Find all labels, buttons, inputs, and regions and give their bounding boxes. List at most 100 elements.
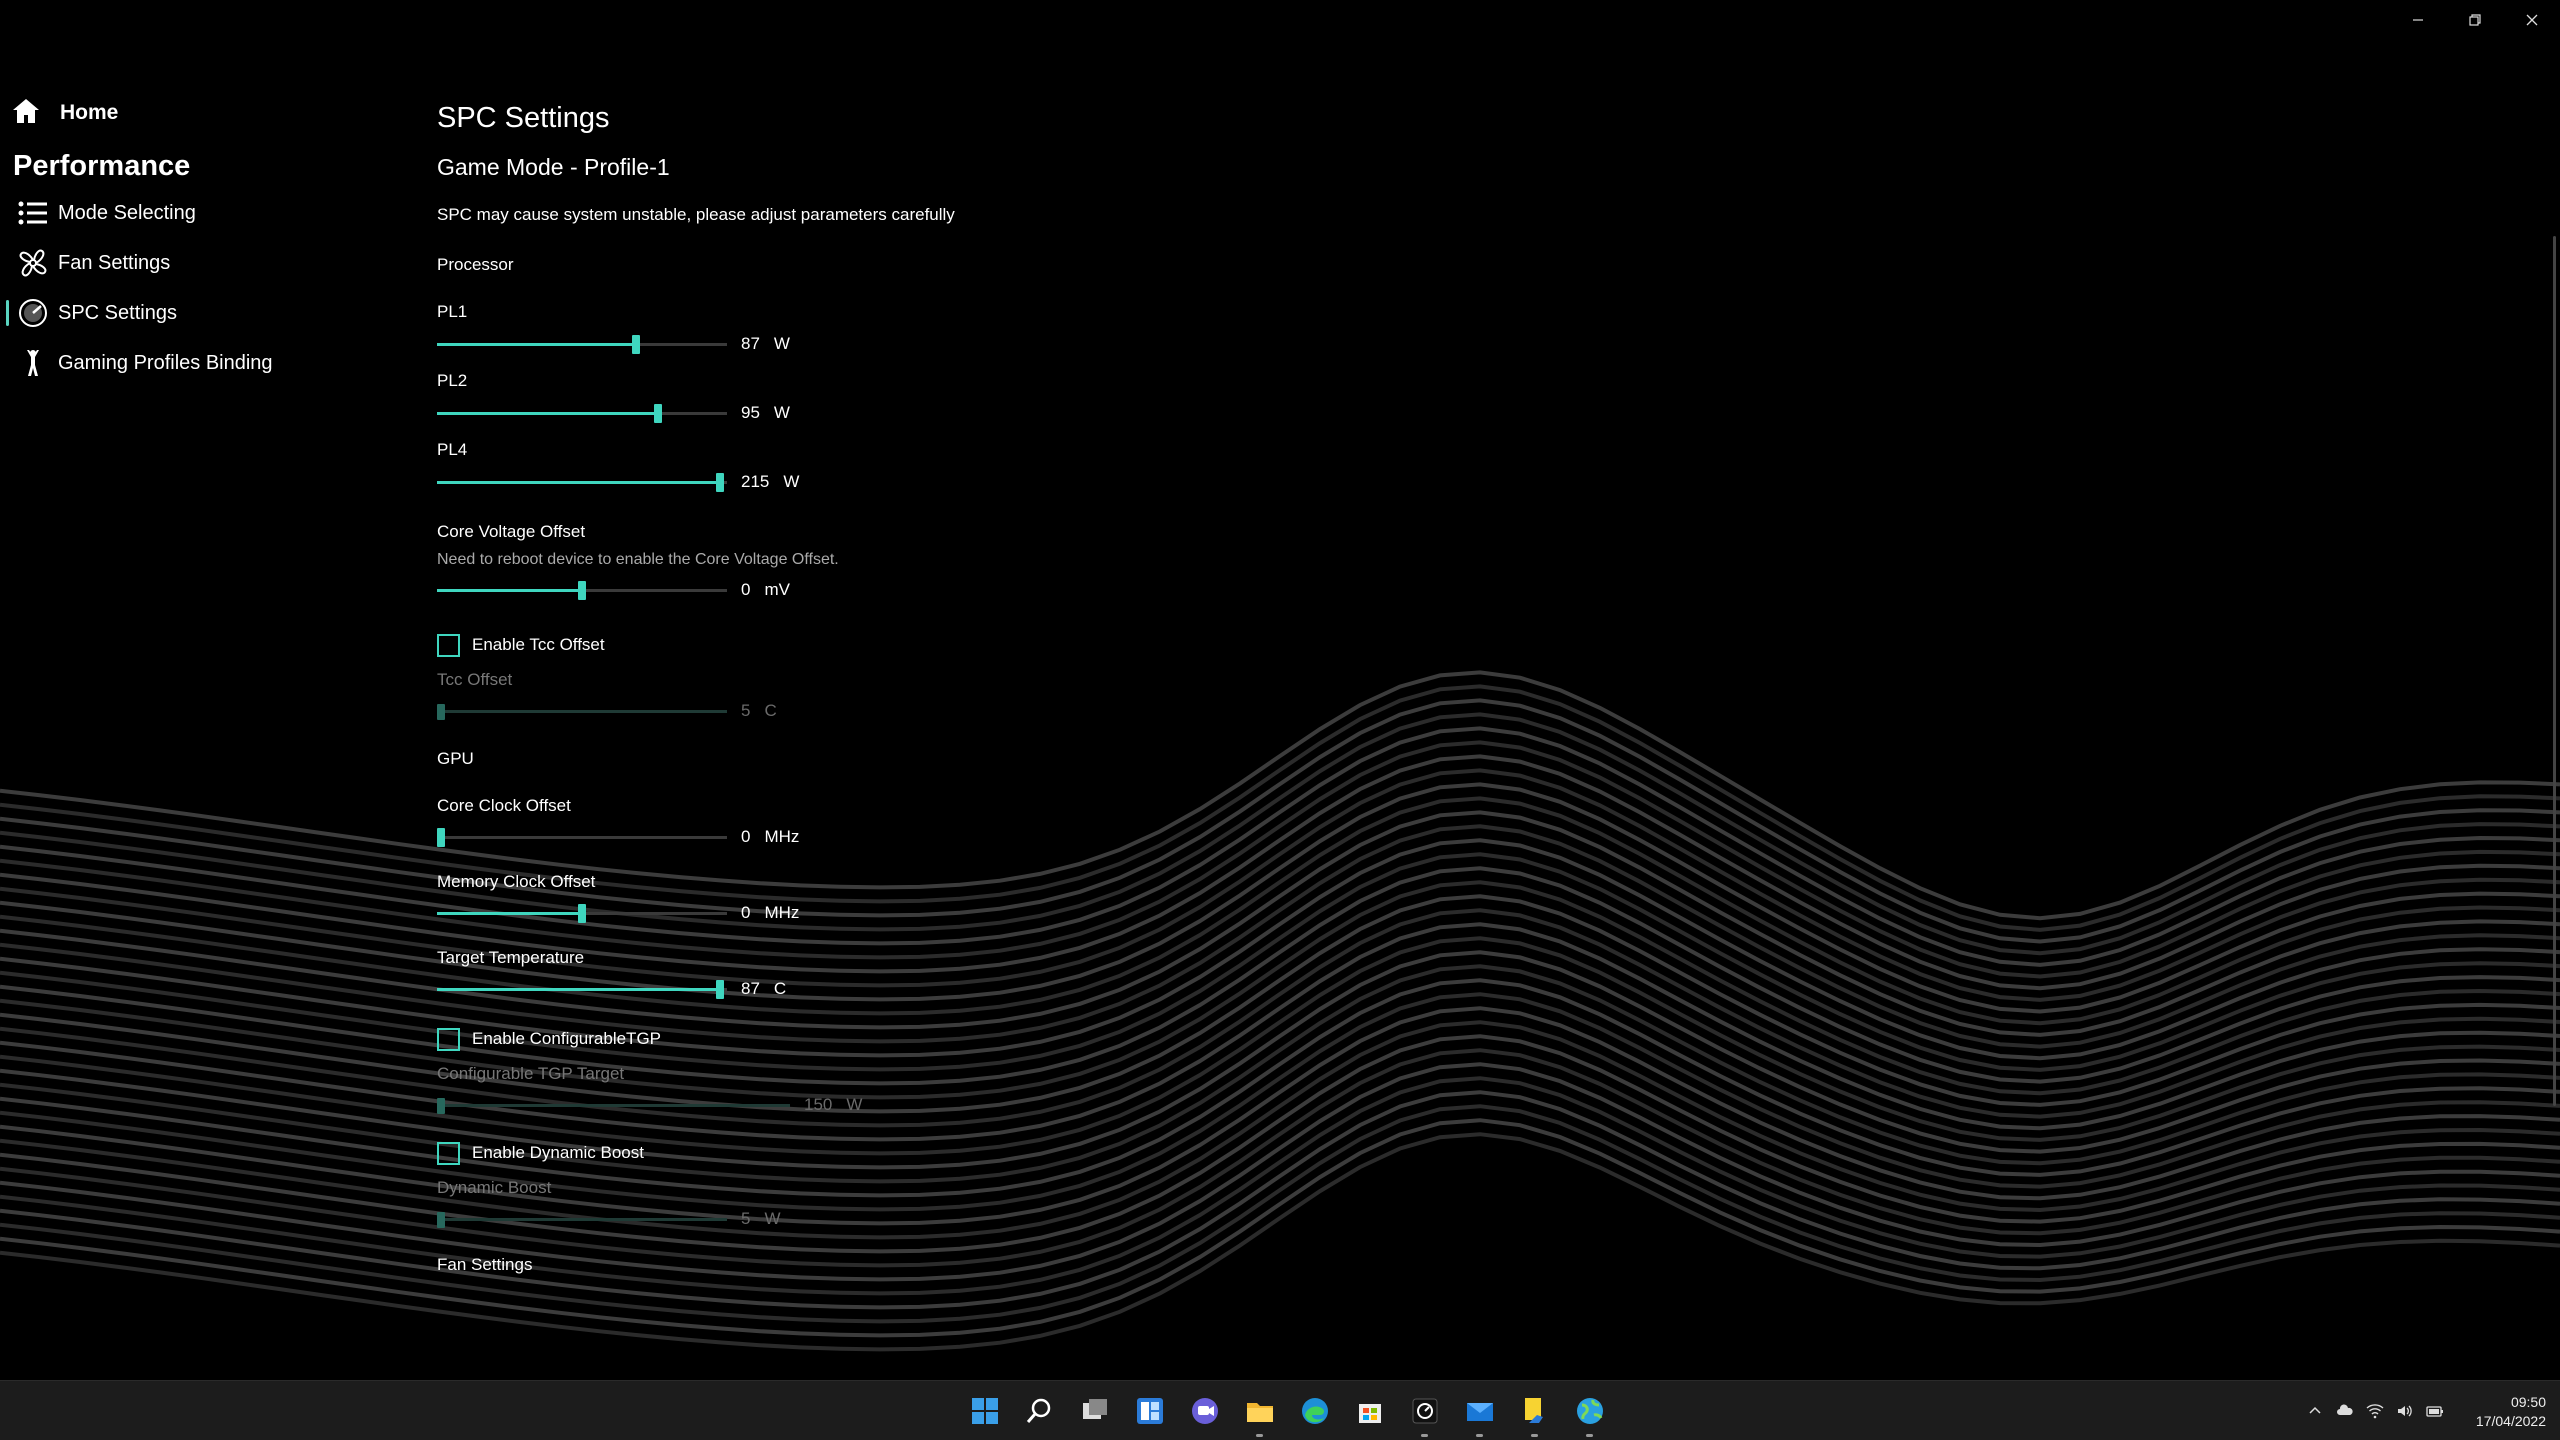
configurable-tgp-checkbox-label: Enable ConfigurableTGP [472,1029,662,1048]
widgets-icon[interactable] [1122,1381,1177,1440]
list-icon [16,196,50,230]
configurable-tgp-label: Configurable TGP Target [437,1064,625,1083]
pl1-value: 87 [741,334,760,353]
sidebar-item-label: SPC Settings [58,301,177,324]
control-center-icon[interactable] [1397,1381,1452,1440]
configurable-tgp-unit: W [846,1095,863,1114]
pl4-value: 215 [741,472,770,491]
configurable-tgp-checkbox[interactable] [437,1027,460,1051]
taskbar: 09:50 17/04/2022 [0,1380,2560,1440]
sidebar-item-gaming-profiles-binding[interactable]: Gaming Profiles Binding [0,338,400,388]
gauge-icon [16,296,50,330]
battery-icon[interactable] [2420,1396,2450,1426]
target-temperature-slider[interactable] [437,974,727,1004]
pl1-slider[interactable] [437,329,727,359]
close-icon[interactable] [2503,0,2560,40]
edge-browser-icon[interactable] [1287,1381,1342,1440]
core-clock-slider[interactable] [437,822,727,852]
fan-settings-heading: Fan Settings [437,1255,533,1274]
pl2-slider-row: 95 W [437,398,1437,428]
memory-clock-slider[interactable] [437,898,727,928]
sidebar-nav: Home Performance Mode Selecting Fan Sett… [0,90,400,388]
slider-thumb[interactable] [437,1098,445,1114]
slider-thumb[interactable] [437,828,445,847]
volume-icon[interactable] [2390,1396,2420,1426]
profile-subtitle: Game Mode - Profile-1 [437,154,670,180]
minimize-icon[interactable] [2389,0,2446,40]
search-icon[interactable] [1012,1381,1067,1440]
clock-time: 09:50 [2510,1394,2546,1410]
pl4-slider[interactable] [437,467,727,497]
core-clock-value: 0 [741,827,751,846]
core-voltage-slider-row: 0 mV [437,575,1437,605]
file-explorer-icon[interactable] [1232,1381,1287,1440]
slider-thumb[interactable] [654,404,663,423]
configurable-tgp-slider[interactable] [437,1090,790,1120]
core-voltage-hint: Need to reboot device to enable the Core… [437,551,839,568]
dynamic-boost-value: 5 [741,1209,751,1228]
game-figure-icon [16,346,50,380]
taskbar-apps [957,1381,1617,1440]
spc-settings-panel: SPC Settings Game Mode - Profile-1 SPC m… [437,96,1437,1278]
tcc-offset-value: 5 [741,701,751,720]
slider-thumb[interactable] [437,704,445,720]
nav-home[interactable]: Home [0,90,400,136]
fan-icon [16,246,50,280]
pl2-unit: W [773,403,790,422]
target-temperature-label: Target Temperature [437,948,585,967]
tcc-offset-slider[interactable] [437,696,727,726]
tcc-offset-slider-row: 5 C [437,696,1437,726]
chevron-up-icon[interactable] [2300,1396,2330,1426]
sticky-notes-icon[interactable] [1507,1381,1562,1440]
pl4-unit: W [783,472,800,491]
clock-date: 17/04/2022 [2475,1413,2546,1429]
tcc-offset-checkbox-row[interactable]: Enable Tcc Offset [437,630,1437,660]
pl2-value: 95 [741,403,760,422]
slider-thumb[interactable] [437,1212,445,1228]
store-icon[interactable] [1342,1381,1397,1440]
tcc-offset-checkbox[interactable] [437,633,460,657]
core-clock-label: Core Clock Offset [437,796,571,815]
cloud-icon[interactable] [2330,1396,2360,1426]
core-clock-slider-row: 0 MHz [437,822,1437,852]
pl4-slider-row: 215 W [437,467,1437,497]
mail-icon[interactable] [1452,1381,1507,1440]
restore-icon[interactable] [2446,0,2503,40]
core-voltage-unit: mV [764,580,790,599]
memory-clock-slider-row: 0 MHz [437,898,1437,928]
core-voltage-slider[interactable] [437,575,727,605]
sidebar-item-label: Fan Settings [58,251,171,274]
dynamic-boost-checkbox-row[interactable]: Enable Dynamic Boost [437,1138,1437,1168]
sidebar-item-fan-settings[interactable]: Fan Settings [0,238,400,288]
dynamic-boost-slider[interactable] [437,1204,727,1234]
wifi-icon[interactable] [2360,1396,2390,1426]
slider-thumb[interactable] [578,904,586,923]
taskbar-clock[interactable]: 09:50 17/04/2022 [2476,1393,2546,1431]
sidebar-item-label: Mode Selecting [58,201,196,224]
globe-app-icon[interactable] [1562,1381,1617,1440]
slider-thumb[interactable] [631,335,640,354]
tcc-offset-label: Tcc Offset [437,670,513,689]
tcc-offset-checkbox-label: Enable Tcc Offset [472,635,605,654]
sidebar-item-mode-selecting[interactable]: Mode Selecting [0,188,400,238]
windows-start-icon[interactable] [957,1381,1012,1440]
core-voltage-label: Core Voltage Offset [437,522,586,541]
chat-icon[interactable] [1177,1381,1232,1440]
system-tray [2300,1381,2450,1440]
task-view-icon[interactable] [1067,1381,1122,1440]
page-title: SPC Settings [437,102,610,134]
sidebar-item-spc-settings[interactable]: SPC Settings [0,288,400,338]
slider-thumb[interactable] [578,581,586,600]
vertical-scrollbar[interactable] [2553,236,2556,1106]
configurable-tgp-checkbox-row[interactable]: Enable ConfigurableTGP [437,1024,1437,1054]
slider-thumb[interactable] [716,473,725,492]
home-icon [10,95,42,132]
sidebar-item-label: Gaming Profiles Binding [58,351,273,374]
pl1-slider-row: 87 W [437,329,1437,359]
gpu-heading: GPU [437,749,474,768]
pl2-label: PL2 [437,371,468,390]
slider-thumb[interactable] [716,980,725,999]
pl2-slider[interactable] [437,398,727,428]
window-controls [2389,0,2560,40]
dynamic-boost-checkbox[interactable] [437,1141,460,1165]
